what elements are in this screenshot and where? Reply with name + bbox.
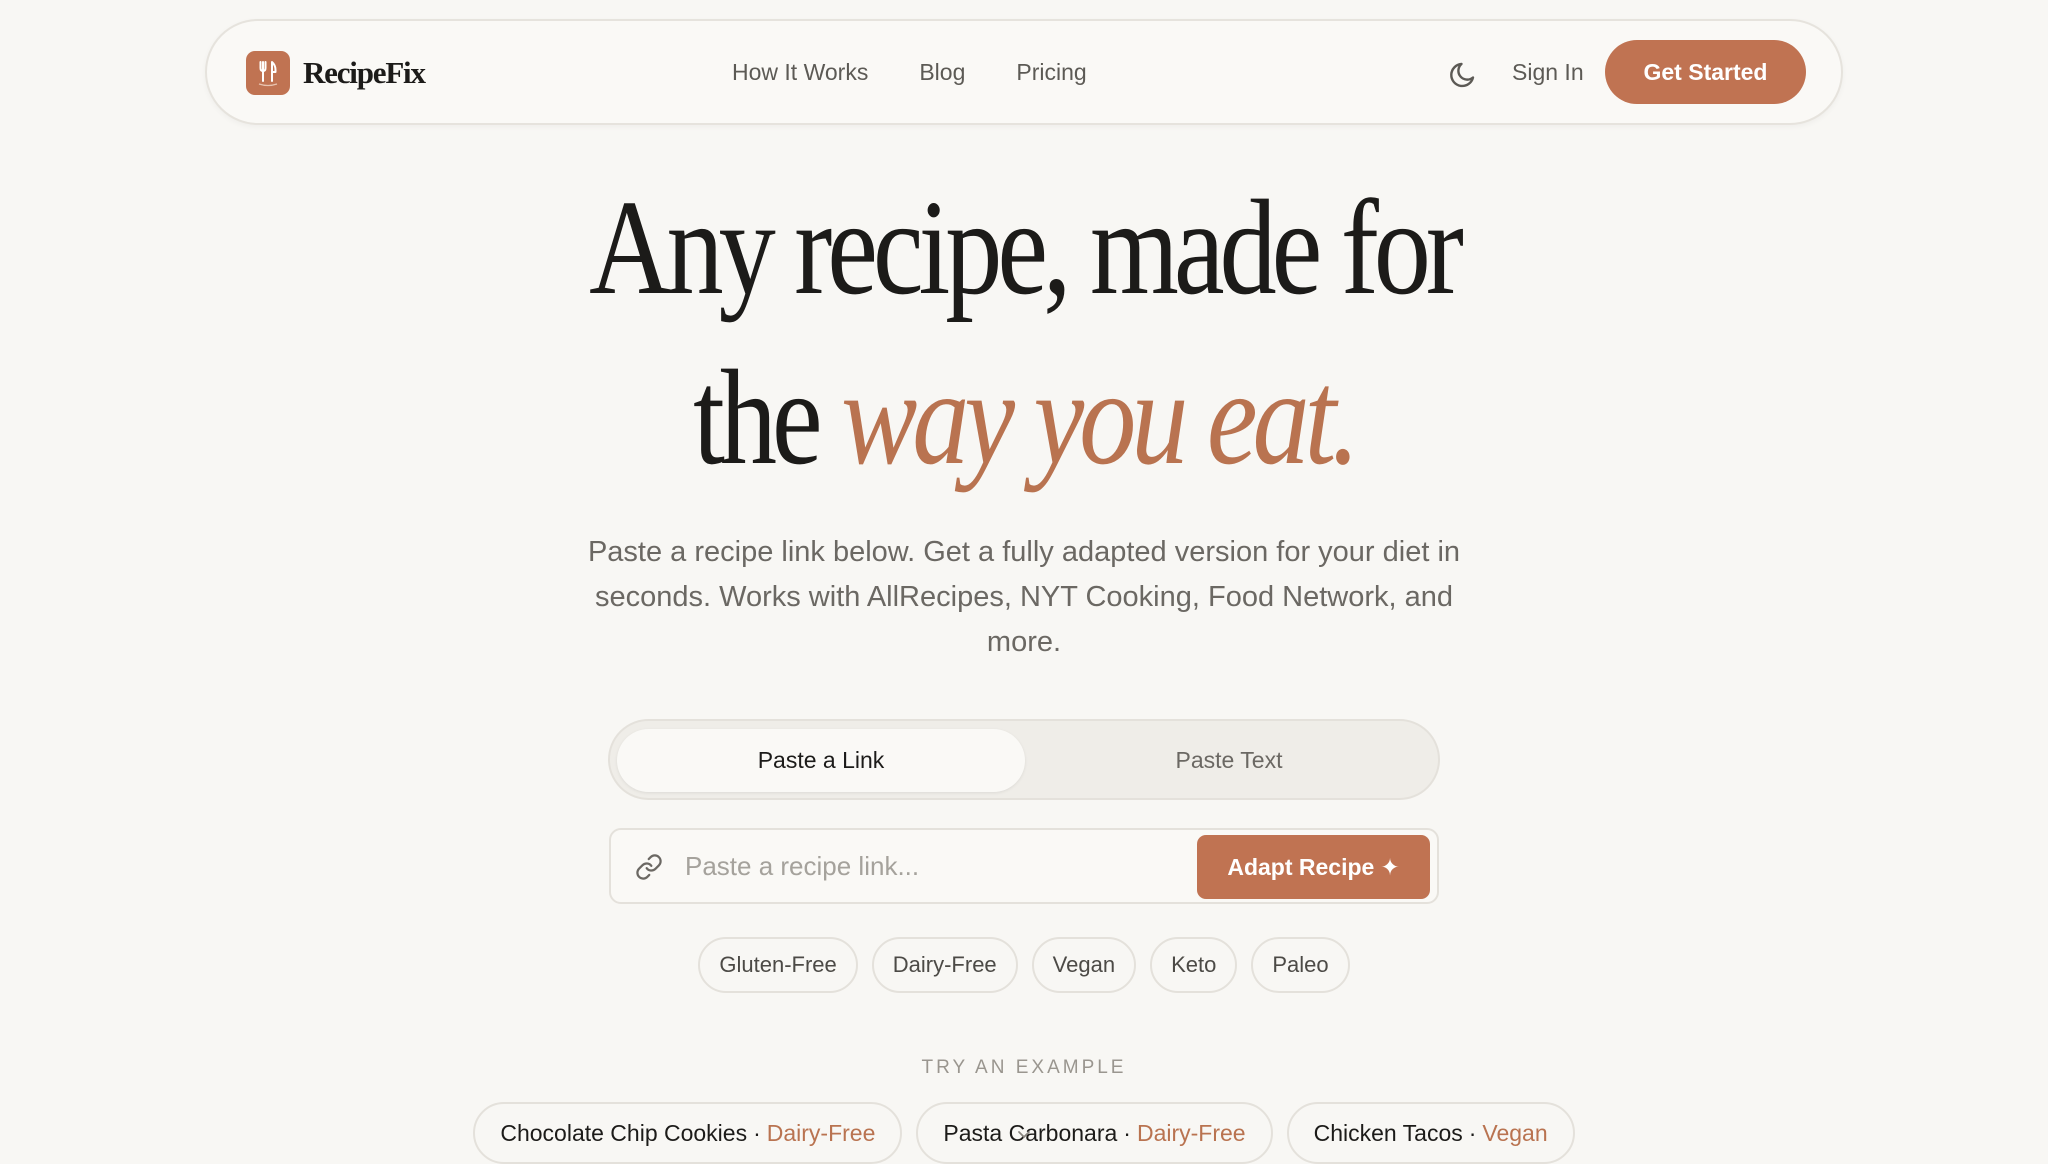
fork-knife-icon xyxy=(246,51,290,95)
example-recipe: Chocolate Chip Cookies xyxy=(500,1119,748,1146)
get-started-button[interactable]: Get Started xyxy=(1605,40,1806,104)
brand-name: RecipeFix xyxy=(303,55,426,90)
diet-chip-gluten-free[interactable]: Gluten-Free xyxy=(698,937,858,993)
example-separator: · xyxy=(753,1119,761,1146)
tab-paste-text[interactable]: Paste Text xyxy=(1025,729,1433,792)
recipe-link-form: Adapt Recipe ✦ xyxy=(609,828,1439,904)
example-separator: · xyxy=(1123,1119,1131,1146)
diet-chip-dairy-free[interactable]: Dairy-Free xyxy=(871,937,1018,993)
sparkle-icon: ✦ xyxy=(1380,853,1400,880)
hero-title-line1: Any recipe, made for xyxy=(589,173,1464,323)
hero-title-plain: the xyxy=(693,343,822,493)
example-diet: Dairy-Free xyxy=(766,1119,876,1146)
adapt-recipe-label: Adapt Recipe xyxy=(1227,853,1375,880)
nav-link-blog[interactable]: Blog xyxy=(919,59,965,86)
example-diet: Vegan xyxy=(1482,1119,1548,1146)
hero-title-accent: way you eat. xyxy=(841,343,1360,493)
example-chip[interactable]: Chocolate Chip Cookies · Dairy-Free xyxy=(473,1102,903,1164)
input-mode-toggle: Paste a Link Paste Text xyxy=(608,719,1440,800)
nav-link-pricing[interactable]: Pricing xyxy=(1016,59,1086,86)
top-navbar: RecipeFix How It Works Blog Pricing Sign… xyxy=(205,19,1843,125)
nav-link-how-it-works[interactable]: How It Works xyxy=(732,59,868,86)
nav-links: How It Works Blog Pricing xyxy=(732,21,1087,123)
chevron-down-icon[interactable] xyxy=(1016,1128,1032,1142)
moon-icon[interactable] xyxy=(1447,57,1481,91)
diet-chips: Gluten-Free Dairy-Free Vegan Keto Paleo xyxy=(0,937,2048,993)
hero-title-line2: the way you eat. xyxy=(164,350,1884,486)
hero-subtitle: Paste a recipe link below. Get a fully a… xyxy=(587,536,1461,658)
sign-in-link[interactable]: Sign In xyxy=(1512,21,1584,123)
recipe-link-input[interactable] xyxy=(683,840,1183,892)
brand[interactable]: RecipeFix xyxy=(246,51,426,95)
diet-chip-vegan[interactable]: Vegan xyxy=(1031,937,1137,993)
link-icon xyxy=(635,853,663,881)
diet-chip-keto[interactable]: Keto xyxy=(1150,937,1238,993)
example-separator: · xyxy=(1468,1119,1477,1146)
example-chip[interactable]: Pasta Carbonara · Dairy-Free xyxy=(916,1102,1273,1164)
try-example-label: TRY AN EXAMPLE xyxy=(921,1057,1127,1078)
example-chip[interactable]: Chicken Tacos · Vegan xyxy=(1286,1102,1575,1164)
tab-paste-link[interactable]: Paste a Link xyxy=(617,729,1025,792)
diet-chip-paleo[interactable]: Paleo xyxy=(1251,937,1350,993)
example-recipe: Chicken Tacos xyxy=(1313,1119,1463,1146)
example-diet: Dairy-Free xyxy=(1136,1119,1246,1146)
adapt-recipe-button[interactable]: Adapt Recipe ✦ xyxy=(1197,835,1430,899)
